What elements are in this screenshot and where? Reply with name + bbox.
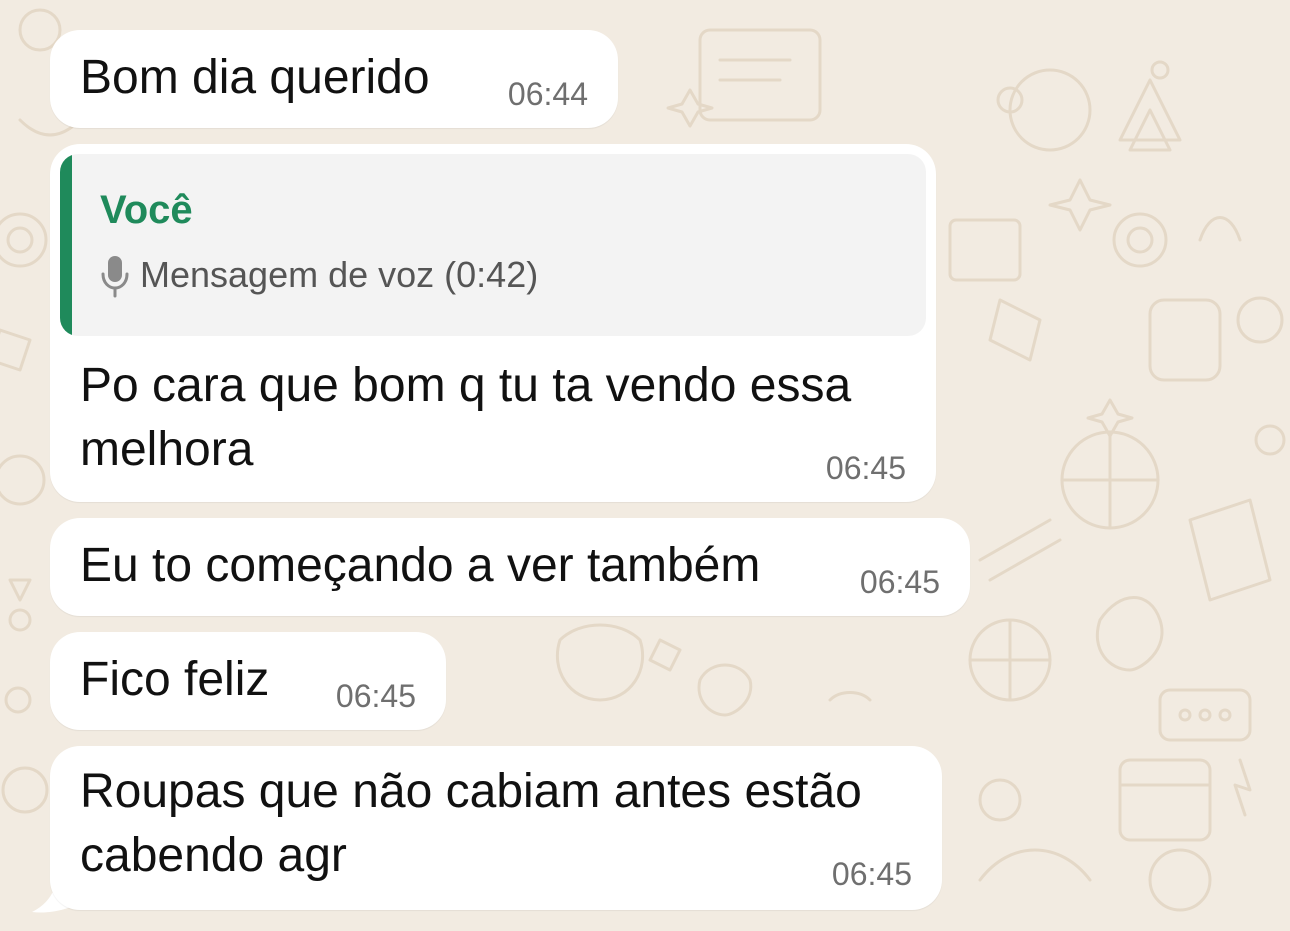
message-bubble[interactable]: Eu to começando a ver também 06:45 (50, 518, 970, 616)
message-bubble[interactable]: Roupas que não cabiam antes estão cabend… (50, 746, 942, 910)
message-text-line: melhora (80, 423, 254, 476)
message-text-line: cabendo agr (80, 829, 347, 882)
message-bubble[interactable]: Bom dia querido 06:44 (50, 30, 618, 128)
message-text: Bom dia querido (80, 51, 430, 104)
quote-accent-bar (60, 154, 72, 336)
message-timestamp: 06:45 (335, 678, 416, 714)
message-timestamp: 06:45 (831, 856, 912, 892)
message-timestamp: 06:45 (825, 450, 906, 486)
message-text: Fico feliz (80, 653, 270, 706)
message-timestamp: 06:45 (859, 564, 940, 600)
quote-author: Você (100, 188, 193, 232)
message-bubble[interactable]: Você Mensagem de voz (0:42) Po cara que … (50, 144, 936, 502)
quoted-reply[interactable]: Você Mensagem de voz (0:42) (60, 154, 926, 336)
message-text-line: Po cara que bom q tu ta vendo essa (80, 359, 852, 412)
message-text: Eu to começando a ver também (80, 539, 761, 592)
message-bubble[interactable]: Fico feliz 06:45 (50, 632, 446, 730)
message-timestamp: 06:44 (507, 76, 588, 112)
mic-icon (101, 256, 129, 298)
voice-message-label: Mensagem de voz (0:42) (140, 254, 539, 295)
message-text-line: Roupas que não cabiam antes estão (80, 765, 862, 818)
